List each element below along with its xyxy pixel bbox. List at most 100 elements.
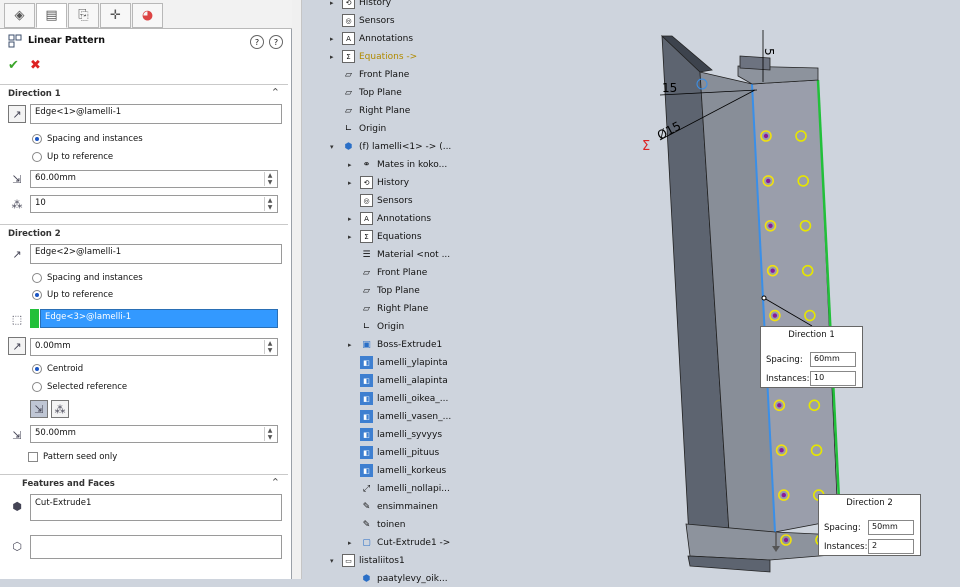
features-list[interactable]: Cut-Extrude1 — [30, 494, 282, 521]
direction2-upto-label: Up to reference — [47, 290, 114, 300]
callout-instances-row: Instances: 2 — [824, 539, 914, 554]
tree-item[interactable]: ▱ Right Plane — [348, 300, 428, 317]
direction2-edge-field[interactable]: Edge<2>@lamelli-1 — [30, 244, 282, 264]
tree-item-label: ensimmainen — [377, 501, 438, 512]
tree-item[interactable]: ▱ Right Plane — [330, 102, 410, 119]
help-button[interactable]: ? — [250, 35, 264, 49]
direction1-spacing-radio[interactable]: Spacing and instances — [32, 134, 143, 144]
direction1-edge-field[interactable]: Edge<1>@lamelli-1 — [30, 104, 282, 124]
direction1-section[interactable]: Direction 1 ⌃ — [0, 84, 288, 102]
direction1-instances-input[interactable]: 10 ▲ ▼ — [30, 195, 278, 213]
dimension-top[interactable]: 5 — [762, 48, 776, 56]
tree-item[interactable]: ⤢ lamelli_nollapi... — [348, 480, 450, 497]
tree-item[interactable]: ◧ lamelli_ylapinta — [348, 354, 448, 371]
direction2-upto-radio[interactable]: Up to reference — [32, 290, 113, 300]
pattern-hole-marker — [781, 492, 786, 498]
help-detail-button[interactable]: ? — [269, 35, 283, 49]
direction2-spacing-radio[interactable]: Spacing and instances — [32, 273, 143, 283]
tree-item[interactable]: ✎ toinen — [348, 516, 406, 533]
direction2-offset-input[interactable]: 0.00mm ▲ ▼ — [30, 338, 278, 356]
tree-item[interactable]: ☰ Material <not ... — [348, 246, 450, 263]
direction2-section[interactable]: Direction 2 — [0, 224, 288, 242]
tree-item[interactable]: ✎ ensimmainen — [348, 498, 438, 515]
expand-arrow-icon[interactable]: ▸ — [348, 161, 356, 169]
tree-item[interactable]: ▾ ⬢ (f) lamelli<1> -> (... — [330, 138, 451, 155]
ok-button[interactable]: ✔ — [8, 58, 19, 73]
expand-arrow-icon[interactable]: ▸ — [348, 341, 356, 349]
tree-item[interactable]: ▸ ▢ Cut-Extrude1 -> — [348, 534, 450, 551]
callout-spacing-input[interactable]: 50mm — [868, 520, 914, 535]
display-manager-tab[interactable]: ◕ — [132, 3, 163, 28]
instances-mode-button[interactable]: ⁂ — [51, 400, 69, 418]
direction1-spacing-input[interactable]: 60.00mm ▲ ▼ — [30, 170, 278, 188]
spinner-icon[interactable]: ▲ ▼ — [264, 427, 275, 441]
spacing-mode-button[interactable]: ⇲ — [30, 400, 48, 418]
tree-item[interactable]: ∟ Origin — [330, 120, 386, 137]
expand-arrow-icon[interactable]: ▸ — [348, 233, 356, 241]
centroid-radio[interactable]: Centroid — [32, 364, 83, 374]
expand-arrow-icon[interactable]: ▸ — [348, 539, 356, 547]
panel-splitter[interactable] — [292, 0, 302, 579]
material-icon: ☰ — [362, 249, 371, 260]
tree-item[interactable]: ▸ Σ Equations -> — [330, 48, 417, 65]
tree-item[interactable]: ◧ lamelli_vasen_... — [348, 408, 451, 425]
tree-item[interactable]: ▸ ▣ Boss-Extrude1 — [348, 336, 442, 353]
callout-spacing-input[interactable]: 60mm — [810, 352, 856, 367]
tree-item[interactable]: ▱ Front Plane — [348, 264, 427, 281]
tree-item[interactable]: ▸ Σ Equations — [348, 228, 422, 245]
features-section[interactable]: Features and Faces ⌃ — [0, 474, 288, 492]
expand-arrow-icon[interactable]: ▸ — [330, 35, 338, 43]
model-viewport[interactable]: 5 15 Ø15 Σ — [600, 0, 960, 579]
selected-reference-radio[interactable]: Selected reference — [32, 382, 127, 392]
expand-arrow-icon[interactable]: ▸ — [348, 215, 356, 223]
direction2-reference-field[interactable]: Edge<3>@lamelli-1 — [40, 309, 278, 328]
expand-arrow-icon[interactable]: ▾ — [330, 143, 338, 151]
tree-item[interactable]: ▸ A Annotations — [330, 30, 413, 47]
tree-item[interactable]: ∟ Origin — [348, 318, 404, 335]
spinner-icon[interactable]: ▲ ▼ — [264, 172, 275, 186]
expand-arrow-icon[interactable]: ▾ — [330, 557, 338, 565]
chevron-up-icon[interactable]: ⌃ — [271, 86, 280, 99]
tree-item[interactable]: ▸ ⟲ History — [330, 0, 391, 11]
direction1-upto-label: Up to reference — [47, 152, 114, 162]
direction1-upto-radio[interactable]: Up to reference — [32, 152, 113, 162]
tree-item[interactable]: ▾ ▭ listaliitos1 — [330, 552, 405, 569]
spinner-icon[interactable]: ▲ ▼ — [264, 340, 275, 354]
reverse-direction-icon[interactable]: ↗ — [8, 245, 26, 263]
tree-item[interactable]: ◧ lamelli_korkeus — [348, 462, 446, 479]
tree-item[interactable]: ◧ lamelli_oikea_... — [348, 390, 448, 407]
offset-direction-icon[interactable]: ↗ — [8, 337, 26, 355]
cancel-button[interactable]: ✖ — [30, 58, 41, 73]
expand-arrow-icon[interactable]: ▸ — [348, 179, 356, 187]
chevron-up-icon[interactable]: ⌃ — [271, 476, 280, 489]
expand-arrow-icon[interactable]: ▸ — [330, 53, 338, 61]
tree-item[interactable]: ◧ lamelli_pituus — [348, 444, 439, 461]
page-title: Linear Pattern — [28, 35, 106, 46]
tree-item[interactable]: ▸ ⚭ Mates in koko... — [348, 156, 447, 173]
tree-item[interactable]: ▸ ⟲ History — [348, 174, 409, 191]
tree-item[interactable]: ◧ lamelli_syvyys — [348, 426, 442, 443]
direction2-callout[interactable]: Direction 2 Spacing: 50mm Instances: 2 — [818, 494, 921, 556]
direction1-callout[interactable]: Direction 1 Spacing: 60mm Instances: 10 — [760, 326, 863, 388]
dimxpert-tab[interactable]: ✛ — [100, 3, 131, 28]
tree-item[interactable]: ▱ Front Plane — [330, 66, 409, 83]
dimension-left[interactable]: 15 — [662, 81, 677, 95]
radio-off-icon — [32, 152, 42, 162]
callout-instances-input[interactable]: 2 — [868, 539, 914, 554]
tree-item[interactable]: ◎ Sensors — [348, 192, 413, 209]
tree-item[interactable]: ▸ A Annotations — [348, 210, 431, 227]
property-manager-tab[interactable]: ▤ — [36, 3, 67, 28]
tree-item[interactable]: ◧ lamelli_alapinta — [348, 372, 448, 389]
reverse-direction-icon[interactable]: ↗ — [8, 105, 26, 123]
callout-instances-input[interactable]: 10 — [810, 371, 856, 386]
tree-item[interactable]: ▱ Top Plane — [348, 282, 420, 299]
spinner-icon[interactable]: ▲ ▼ — [264, 197, 275, 211]
direction2-spacing-input[interactable]: 50.00mm ▲ ▼ — [30, 425, 278, 443]
feature-manager-tab[interactable]: ◈ — [4, 3, 35, 28]
configuration-manager-tab[interactable]: ⎘ — [68, 3, 99, 28]
pattern-seed-only-checkbox[interactable]: Pattern seed only — [28, 452, 117, 462]
tree-item[interactable]: ◎ Sensors — [330, 12, 395, 29]
faces-list[interactable] — [30, 535, 282, 559]
tree-item[interactable]: ▱ Top Plane — [330, 84, 402, 101]
expand-arrow-icon[interactable]: ▸ — [330, 0, 338, 7]
